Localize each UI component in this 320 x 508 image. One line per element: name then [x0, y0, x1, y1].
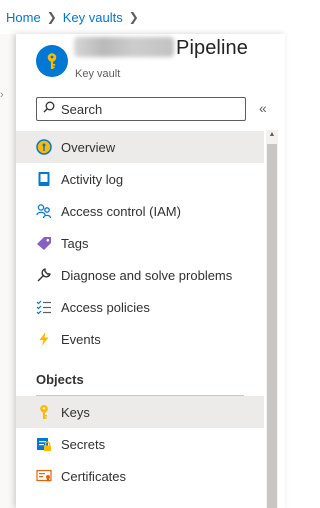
section-header-objects: Objects — [36, 372, 84, 387]
menu-item-label: Tags — [61, 235, 89, 251]
page-title: Pipeline — [74, 37, 248, 60]
menu-item-keys[interactable]: Keys — [16, 396, 264, 428]
overview-icon — [36, 139, 52, 155]
page-title-text: Pipeline — [176, 37, 248, 59]
collapse-menu-icon[interactable]: « — [259, 100, 267, 116]
menu-scrollbar[interactable]: ▲ — [266, 130, 278, 508]
blade-header: Pipeline Key vault — [16, 34, 285, 94]
search-input[interactable] — [61, 101, 231, 117]
activity-log-icon — [36, 171, 52, 187]
parent-blade-edge: › — [0, 34, 16, 508]
menu-item-label: Events — [61, 331, 101, 347]
breadcrumb-chevron-icon: ❯ — [46, 10, 57, 24]
menu-item-label: Access policies — [61, 299, 150, 315]
scroll-up-arrow-icon[interactable]: ▲ — [267, 131, 277, 141]
menu-item-secrets[interactable]: Secrets — [16, 428, 264, 460]
access-control-icon — [36, 203, 52, 219]
key-vault-blade: Pipeline Key vault « — [16, 34, 285, 508]
scroll-thumb[interactable] — [267, 144, 277, 508]
menu-item-label: Overview — [61, 139, 116, 155]
menu-item-certificates[interactable]: Certificates — [16, 460, 264, 492]
access-policies-icon — [36, 299, 52, 315]
certificate-icon — [36, 468, 52, 484]
lightning-icon — [36, 331, 52, 347]
key-vault-icon — [36, 45, 68, 77]
resource-menu: Overview Activity log Access control (IA… — [16, 131, 264, 492]
menu-item-access-policies[interactable]: Access policies — [16, 291, 264, 323]
secret-icon — [36, 436, 52, 452]
chevron-right-icon[interactable]: › — [0, 89, 4, 101]
breadcrumb-key-vaults[interactable]: Key vaults — [63, 10, 123, 25]
key-icon — [36, 404, 52, 420]
menu-item-label: Diagnose and solve problems — [61, 267, 233, 283]
search-box[interactable] — [36, 97, 246, 121]
azure-portal-pane: Home ❯ Key vaults ❯ › Pipeline Key vault — [0, 0, 285, 508]
menu-item-events[interactable]: Events — [16, 323, 264, 355]
menu-item-overview[interactable]: Overview — [16, 131, 264, 163]
menu-item-label: Keys — [61, 404, 90, 420]
redacted-title-blur — [74, 37, 174, 57]
menu-item-tags[interactable]: Tags — [16, 227, 264, 259]
menu-item-diagnose[interactable]: Diagnose and solve problems — [16, 259, 264, 291]
breadcrumb-home[interactable]: Home — [6, 10, 41, 25]
breadcrumb-chevron-icon: ❯ — [128, 10, 139, 24]
menu-item-access-control[interactable]: Access control (IAM) — [16, 195, 264, 227]
menu-item-label: Certificates — [61, 468, 127, 484]
page-subtitle: Key vault — [75, 68, 121, 80]
menu-item-activity-log[interactable]: Activity log — [16, 163, 264, 195]
search-icon — [43, 100, 55, 118]
breadcrumb: Home ❯ Key vaults ❯ — [0, 0, 285, 34]
wrench-icon — [36, 267, 52, 283]
menu-item-label: Secrets — [61, 436, 106, 452]
menu-item-label: Activity log — [61, 171, 124, 187]
tag-icon — [36, 235, 52, 251]
menu-item-label: Access control (IAM) — [61, 203, 181, 219]
